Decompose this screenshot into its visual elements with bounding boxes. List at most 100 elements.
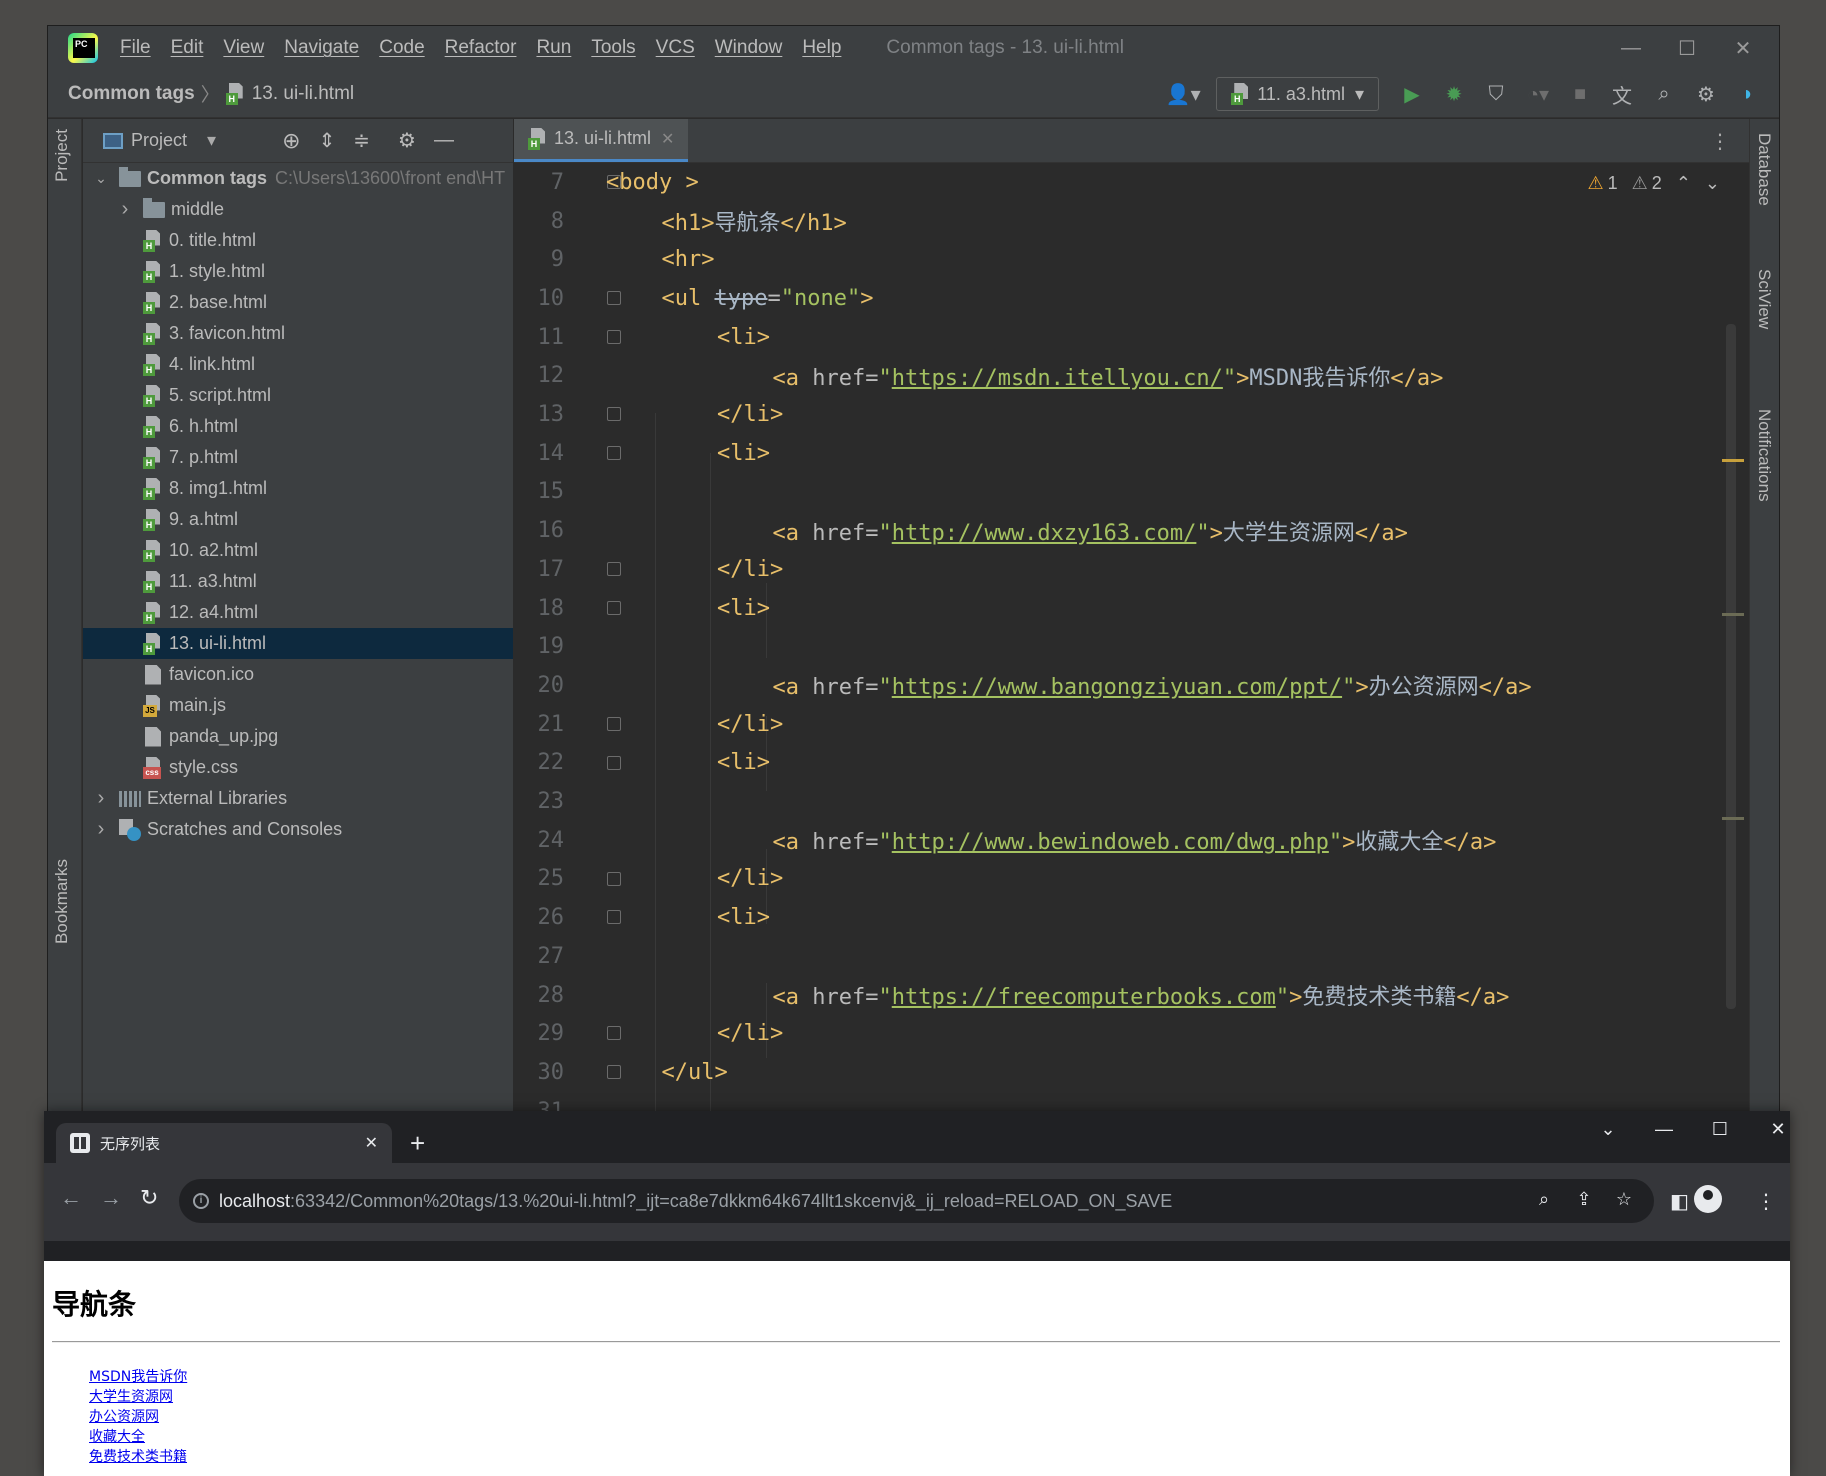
code-line[interactable]: 28 <a href="https://freecomputerbooks.com…: [514, 976, 1510, 1015]
tree-file[interactable]: 0. title.html: [83, 225, 513, 256]
collapse-all-icon[interactable]: ≑: [353, 128, 370, 153]
line-number[interactable]: 23: [514, 789, 565, 814]
line-number[interactable]: 25: [514, 866, 565, 891]
code-line[interactable]: 7 <body >: [514, 163, 699, 202]
profile-icon[interactable]: ◔▾: [1517, 76, 1559, 112]
code-area[interactable]: 7 <body >8 <h1>导航条</h1> 9 <hr> 10 <ul type="no…: [514, 163, 1750, 1124]
code-line[interactable]: 21 </li>: [514, 705, 784, 744]
line-number[interactable]: 18: [514, 596, 565, 621]
tab-search-icon[interactable]: ⌄: [1588, 1119, 1628, 1140]
user-icon[interactable]: 👤▾: [1162, 76, 1204, 112]
search-icon[interactable]: ⌕: [1643, 76, 1685, 112]
chevron-down-icon[interactable]: ⌄: [93, 170, 109, 187]
code-line[interactable]: 27: [514, 937, 565, 976]
line-number[interactable]: 27: [514, 944, 565, 969]
line-number[interactable]: 29: [514, 1021, 565, 1046]
nav-link[interactable]: 办公资源网: [89, 1409, 159, 1425]
tree-file[interactable]: 1. style.html: [83, 256, 513, 287]
menu-item-refactor[interactable]: Refactor: [445, 37, 517, 59]
coverage-icon[interactable]: ⛉: [1475, 76, 1517, 112]
tree-file[interactable]: 13. ui-li.html: [83, 628, 513, 659]
line-number[interactable]: 10: [514, 286, 565, 311]
line-number[interactable]: 8: [514, 209, 564, 234]
side-panel-icon[interactable]: ◧: [1670, 1189, 1689, 1214]
line-number[interactable]: 21: [514, 712, 565, 737]
expand-all-icon[interactable]: ⇕: [319, 128, 336, 153]
minimize-icon[interactable]: —: [1603, 26, 1659, 70]
minimize-icon[interactable]: —: [1644, 1119, 1684, 1140]
tree-file[interactable]: main.js: [83, 690, 513, 721]
code-line[interactable]: 8 <h1>导航条</h1>: [514, 202, 847, 241]
chevron-up-icon[interactable]: ⌃: [1676, 173, 1691, 194]
tree-file[interactable]: 2. base.html: [83, 287, 513, 318]
project-tool-tab[interactable]: Project: [52, 129, 72, 182]
sciview-tool-tab[interactable]: SciView: [1754, 269, 1774, 329]
menu-item-run[interactable]: Run: [536, 37, 571, 59]
browser-menu-icon[interactable]: ⋮: [1756, 1189, 1776, 1214]
menu-item-edit[interactable]: Edit: [171, 37, 204, 59]
nav-link[interactable]: 收藏大全: [89, 1429, 145, 1445]
reload-icon[interactable]: ↻: [140, 1185, 158, 1211]
chevron-right-icon[interactable]: ›: [93, 787, 109, 810]
editor-scrollbar[interactable]: [1726, 324, 1736, 1009]
tree-file[interactable]: favicon.ico: [83, 659, 513, 690]
new-tab-icon[interactable]: +: [410, 1128, 425, 1159]
tree-file[interactable]: 3. favicon.html: [83, 318, 513, 349]
maximize-icon[interactable]: ☐: [1700, 1119, 1740, 1140]
run-icon[interactable]: ▶: [1391, 76, 1433, 112]
zoom-icon[interactable]: ⌕: [1524, 1189, 1564, 1210]
tree-root[interactable]: ⌄ Common tags C:\Users\13600\front end\HT: [83, 163, 513, 194]
hide-panel-icon[interactable]: —: [434, 129, 454, 152]
close-icon[interactable]: ✕: [1758, 1119, 1790, 1140]
code-line[interactable]: 14 <li>: [514, 434, 770, 473]
code-line[interactable]: 16 <a href="http://www.dxzy163.com/">大学生资…: [514, 511, 1408, 550]
line-number[interactable]: 14: [514, 441, 565, 466]
tree-file[interactable]: panda_up.jpg: [83, 721, 513, 752]
tree-file[interactable]: 6. h.html: [83, 411, 513, 442]
code-line[interactable]: 22 <li>: [514, 744, 770, 783]
tree-external-libraries[interactable]: › External Libraries: [83, 783, 513, 814]
chevron-down-icon[interactable]: ▾: [207, 130, 216, 151]
site-info-icon[interactable]: i: [193, 1193, 209, 1209]
nav-link[interactable]: 大学生资源网: [89, 1389, 173, 1405]
line-number[interactable]: 11: [514, 325, 565, 350]
close-tab-icon[interactable]: ✕: [365, 1133, 378, 1153]
code-line[interactable]: 20 <a href="https://www.bangongziyuan.com…: [514, 666, 1532, 705]
close-tab-icon[interactable]: ✕: [661, 129, 674, 149]
code-line[interactable]: 30 </ul>: [514, 1053, 728, 1092]
weak-warning-stripe[interactable]: [1722, 613, 1744, 616]
profile-avatar[interactable]: [1694, 1185, 1722, 1213]
share-icon[interactable]: ⇪: [1564, 1189, 1604, 1210]
code-line[interactable]: 17 </li>: [514, 550, 784, 589]
locate-icon[interactable]: ⊕: [282, 128, 300, 154]
line-number[interactable]: 22: [514, 750, 565, 775]
debug-icon[interactable]: ✹: [1433, 76, 1475, 112]
code-line[interactable]: 24 <a href="http://www.bewindoweb.com/dwg…: [514, 821, 1497, 860]
nav-link[interactable]: 免费技术类书籍: [89, 1449, 187, 1465]
line-number[interactable]: 12: [514, 363, 565, 388]
code-line[interactable]: 11 <li>: [514, 318, 770, 357]
line-number[interactable]: 30: [514, 1060, 565, 1085]
address-bar[interactable]: i localhost :63342/Common%20tags/13.%20u…: [179, 1179, 1654, 1223]
line-number[interactable]: 26: [514, 905, 565, 930]
code-line[interactable]: 29 </li>: [514, 1014, 784, 1053]
run-configuration-select[interactable]: 11. a3.html ▾: [1216, 77, 1379, 111]
menu-item-code[interactable]: Code: [379, 37, 424, 59]
browser-tab[interactable]: 无序列表 ✕: [56, 1123, 392, 1163]
line-number[interactable]: 9: [514, 247, 564, 272]
database-tool-tab[interactable]: Database: [1754, 133, 1774, 206]
tree-file[interactable]: 4. link.html: [83, 349, 513, 380]
code-line[interactable]: 15: [514, 473, 565, 512]
line-number[interactable]: 7: [514, 170, 564, 195]
back-icon[interactable]: ←: [60, 1185, 82, 1211]
settings-icon[interactable]: ⚙: [1685, 76, 1727, 112]
code-line[interactable]: 25 </li>: [514, 860, 784, 899]
code-line[interactable]: 12 <a href="https://msdn.itellyou.cn/">MS…: [514, 357, 1444, 396]
line-number[interactable]: 13: [514, 402, 565, 427]
line-number[interactable]: 16: [514, 518, 565, 543]
menu-item-help[interactable]: Help: [802, 37, 841, 59]
tree-file[interactable]: 8. img1.html: [83, 473, 513, 504]
line-number[interactable]: 15: [514, 479, 565, 504]
close-icon[interactable]: ✕: [1715, 26, 1771, 70]
line-number[interactable]: 24: [514, 828, 565, 853]
